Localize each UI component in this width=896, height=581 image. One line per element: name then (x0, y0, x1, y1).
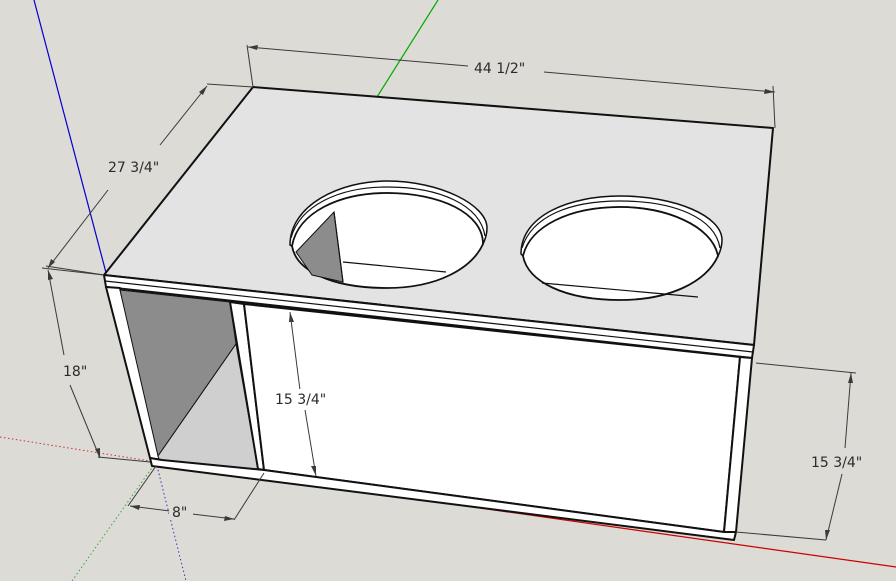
dimension-depth-label: 27 3/4" (108, 160, 159, 176)
dimension-width-label: 44 1/2" (474, 61, 525, 77)
model-viewport[interactable]: 44 1/2" 27 3/4" 18" 15 3/4" 15 3/4" 8" (0, 0, 896, 581)
green-axis (376, 0, 439, 98)
dimension-height-label: 18" (63, 364, 87, 380)
dimension-inner-height-label: 15 3/4" (275, 392, 326, 408)
red-axis-dotted (0, 436, 157, 463)
blue-axis-dotted (155, 461, 187, 581)
dimension-outer-side-height[interactable]: 15 3/4" (735, 362, 868, 541)
green-axis-dotted (71, 461, 157, 581)
dimension-outer-side-height-label: 15 3/4" (811, 455, 862, 471)
subwoofer-box-drawing: 44 1/2" 27 3/4" 18" 15 3/4" 15 3/4" 8" (0, 0, 896, 581)
dimension-port-width-label: 8" (172, 505, 187, 521)
